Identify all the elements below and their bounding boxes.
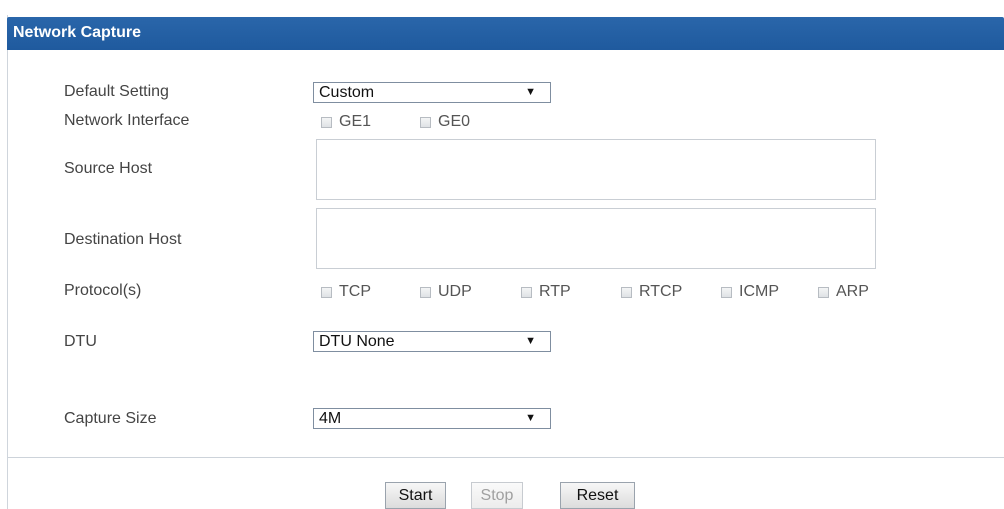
checkbox-icmp[interactable]: ICMP xyxy=(721,283,779,301)
capture-size-select[interactable]: 4M ▼ xyxy=(313,408,551,429)
protocols-label: Protocol(s) xyxy=(64,282,142,299)
checkbox-icon[interactable] xyxy=(321,286,332,298)
checkbox-ge0[interactable]: GE0 xyxy=(420,113,470,131)
dtu-label: DTU xyxy=(64,333,97,350)
checkbox-icon[interactable] xyxy=(420,116,431,128)
checkbox-ge0-label: GE0 xyxy=(438,113,471,130)
checkbox-icon[interactable] xyxy=(420,286,431,298)
checkbox-rtcp-label: RTCP xyxy=(639,283,683,300)
source-host-input[interactable] xyxy=(316,139,876,200)
chevron-down-icon: ▼ xyxy=(525,86,536,98)
checkbox-arp-label: ARP xyxy=(836,283,869,300)
chevron-down-icon: ▼ xyxy=(525,335,536,347)
checkbox-rtp[interactable]: RTP xyxy=(521,283,571,301)
capture-size-value: 4M xyxy=(319,410,342,427)
destination-host-input[interactable] xyxy=(316,208,876,269)
start-button[interactable]: Start xyxy=(385,482,446,509)
checkbox-rtp-label: RTP xyxy=(539,283,571,300)
dtu-select[interactable]: DTU None ▼ xyxy=(313,331,551,352)
reset-button[interactable]: Reset xyxy=(560,482,635,509)
dtu-value: DTU None xyxy=(319,333,395,350)
checkbox-icon[interactable] xyxy=(721,286,732,298)
capture-size-label: Capture Size xyxy=(64,410,157,427)
checkbox-arp[interactable]: ARP xyxy=(818,283,869,301)
chevron-down-icon: ▼ xyxy=(525,412,536,424)
destination-host-label: Destination Host xyxy=(64,231,182,248)
checkbox-icmp-label: ICMP xyxy=(739,283,779,300)
source-host-label: Source Host xyxy=(64,160,153,177)
checkbox-udp-label: UDP xyxy=(438,283,472,300)
checkbox-tcp-label: TCP xyxy=(339,283,371,300)
default-setting-label: Default Setting xyxy=(64,83,169,100)
network-interface-label: Network Interface xyxy=(64,112,190,129)
checkbox-udp[interactable]: UDP xyxy=(420,283,472,301)
checkbox-icon[interactable] xyxy=(621,286,632,298)
checkbox-tcp[interactable]: TCP xyxy=(321,283,371,301)
stop-button[interactable]: Stop xyxy=(471,482,523,509)
panel-header: Network Capture xyxy=(7,17,1004,50)
panel-title: Network Capture xyxy=(13,24,142,41)
checkbox-icon[interactable] xyxy=(321,116,332,128)
checkbox-ge1-label: GE1 xyxy=(339,113,372,130)
checkbox-ge1[interactable]: GE1 xyxy=(321,113,371,131)
divider xyxy=(8,457,1004,458)
default-setting-select[interactable]: Custom ▼ xyxy=(313,82,551,103)
checkbox-icon[interactable] xyxy=(818,286,829,298)
checkbox-rtcp[interactable]: RTCP xyxy=(621,283,682,301)
default-setting-value: Custom xyxy=(319,84,375,101)
checkbox-icon[interactable] xyxy=(521,286,532,298)
